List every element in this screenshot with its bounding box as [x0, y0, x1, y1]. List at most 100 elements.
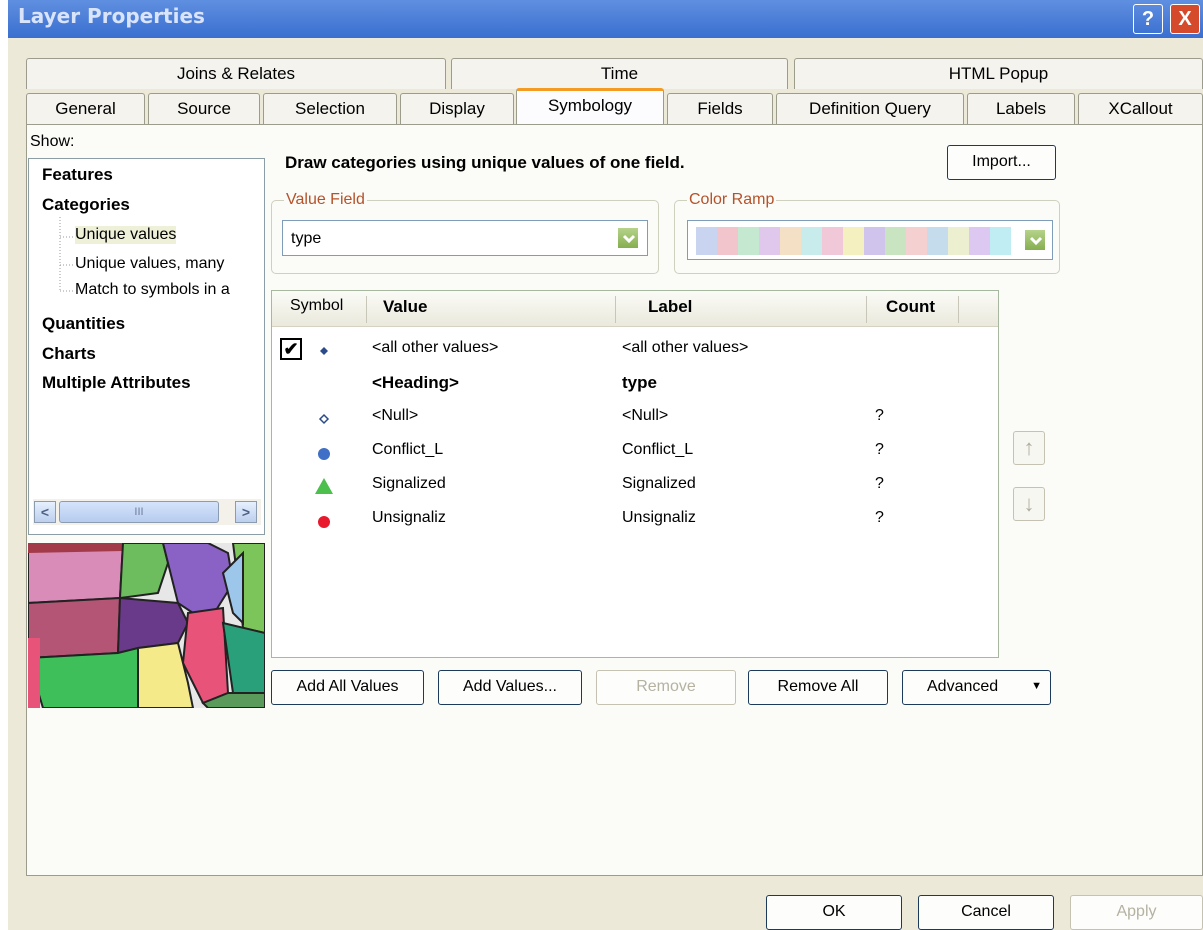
tab-general[interactable]: General — [26, 93, 145, 124]
symbol-diamond-small-icon[interactable] — [312, 338, 336, 362]
scroll-thumb[interactable]: III — [59, 501, 219, 523]
color-ramp-swatch — [906, 227, 927, 255]
color-ramp-swatch — [864, 227, 885, 255]
color-ramp-swatch — [717, 227, 738, 255]
color-ramp-dropdown[interactable] — [687, 220, 1053, 260]
tab-fields[interactable]: Fields — [667, 93, 773, 124]
tree-item-unique-values-many[interactable]: Unique values, many — [75, 255, 224, 273]
add-all-values-button[interactable]: Add All Values — [271, 670, 424, 705]
row-label: Signalized — [622, 475, 696, 492]
row-label: Unsignaliz — [622, 509, 696, 526]
row-checkbox[interactable]: ✔ — [280, 338, 302, 360]
value-field-value: type — [291, 230, 322, 247]
tab-joins-relates[interactable]: Joins & Relates — [26, 58, 446, 89]
row-count: ? — [875, 475, 884, 492]
row-value: <all other values> — [372, 339, 499, 356]
tab-time[interactable]: Time — [451, 58, 788, 89]
row-label: <all other values> — [622, 339, 749, 356]
color-ramp-swatch — [969, 227, 990, 255]
apply-button[interactable]: Apply — [1070, 895, 1203, 930]
table-row[interactable]: Conflict_L Conflict_L? — [272, 438, 998, 470]
tab-selection[interactable]: Selection — [263, 93, 397, 124]
color-ramp-swatch — [696, 227, 717, 255]
show-label: Show: — [30, 133, 75, 150]
advanced-button[interactable]: Advanced ▼ — [902, 670, 1051, 705]
value-field-label: Value Field — [284, 191, 367, 209]
header-divider — [366, 296, 367, 323]
tab-labels[interactable]: Labels — [967, 93, 1075, 124]
column-header-symbol[interactable]: Symbol — [290, 297, 343, 315]
symbol-circle-icon[interactable] — [312, 440, 336, 464]
row-count: ? — [875, 407, 884, 424]
tab-symbology[interactable]: Symbology — [516, 88, 664, 124]
chevron-down-icon[interactable] — [617, 227, 639, 249]
table-row[interactable]: ✔ <all other values> <all other values> — [272, 336, 998, 368]
color-ramp-swatch — [927, 227, 948, 255]
header-divider — [615, 296, 616, 323]
tab-html-popup[interactable]: HTML Popup — [794, 58, 1203, 89]
close-button[interactable]: X — [1170, 4, 1200, 34]
row-value: Conflict_L — [372, 441, 444, 458]
color-ramp-swatch — [822, 227, 843, 255]
column-header-value[interactable]: Value — [383, 297, 427, 317]
row-value: Signalized — [372, 475, 446, 492]
color-ramp-swatch — [738, 227, 759, 255]
color-ramp-swatch — [801, 227, 822, 255]
tab-source[interactable]: Source — [148, 93, 260, 124]
row-label: <Null> — [622, 407, 669, 424]
show-tree: Features Categories Unique values Unique… — [28, 158, 265, 535]
window-title: Layer Properties — [18, 4, 205, 28]
color-ramp-label: Color Ramp — [687, 191, 777, 209]
header-divider — [866, 296, 867, 323]
symbol-diamond-hollow-icon[interactable] — [312, 406, 336, 430]
column-header-label[interactable]: Label — [648, 297, 692, 317]
table-row[interactable]: Unsignaliz Unsignaliz? — [272, 506, 998, 538]
tab-xcallout[interactable]: XCallout — [1078, 93, 1203, 124]
row-value: <Heading> — [372, 373, 459, 392]
add-values-button[interactable]: Add Values... — [438, 670, 582, 705]
color-ramp-swatch — [759, 227, 780, 255]
color-ramp-swatch — [780, 227, 801, 255]
symbol-circle-icon[interactable] — [312, 508, 336, 532]
tree-item-match-to-symbols[interactable]: Match to symbols in a — [75, 281, 230, 299]
symbol-triangle-icon[interactable] — [312, 474, 336, 498]
tree-item-quantities[interactable]: Quantities — [42, 314, 125, 334]
tree-item-multiple-attributes[interactable]: Multiple Attributes — [42, 373, 191, 393]
table-row[interactable]: <Null> <Null>? — [272, 404, 998, 436]
remove-button[interactable]: Remove — [596, 670, 736, 705]
preview-map-image — [28, 543, 265, 708]
color-ramp-swatch — [990, 227, 1011, 255]
color-ramp-swatch — [843, 227, 864, 255]
table-row[interactable]: Signalized Signalized? — [272, 472, 998, 504]
tree-item-unique-values[interactable]: Unique values — [75, 226, 177, 244]
row-count: ? — [875, 441, 884, 458]
advanced-label: Advanced — [927, 678, 999, 695]
tree-item-categories[interactable]: Categories — [42, 195, 130, 215]
tree-item-charts[interactable]: Charts — [42, 344, 96, 364]
remove-all-button[interactable]: Remove All — [748, 670, 888, 705]
column-header-count[interactable]: Count — [886, 297, 935, 317]
move-down-icon[interactable]: ↓ — [1013, 487, 1045, 521]
help-button[interactable]: ? — [1133, 4, 1163, 34]
header-divider — [958, 296, 959, 323]
tab-definition-query[interactable]: Definition Query — [776, 93, 964, 124]
row-value: Unsignaliz — [372, 509, 446, 526]
tree-item-features[interactable]: Features — [42, 165, 113, 185]
chevron-down-icon[interactable] — [1024, 229, 1046, 251]
tab-display[interactable]: Display — [400, 93, 514, 124]
row-label: Conflict_L — [622, 441, 694, 458]
table-row[interactable]: <Heading> type — [272, 370, 998, 402]
color-ramp-swatch — [948, 227, 969, 255]
import-button[interactable]: Import... — [947, 145, 1056, 180]
value-field-dropdown[interactable]: type — [282, 220, 648, 256]
row-label: type — [622, 373, 657, 392]
scroll-right-icon[interactable]: > — [235, 501, 257, 523]
move-up-icon[interactable]: ↑ — [1013, 431, 1045, 465]
tree-connector — [59, 217, 74, 292]
cancel-button[interactable]: Cancel — [918, 895, 1054, 930]
dropdown-arrow-icon: ▼ — [1031, 680, 1042, 692]
row-value: <Null> — [372, 407, 419, 424]
ok-button[interactable]: OK — [766, 895, 902, 930]
scroll-left-icon[interactable]: < — [34, 501, 56, 523]
color-ramp-swatch — [885, 227, 906, 255]
